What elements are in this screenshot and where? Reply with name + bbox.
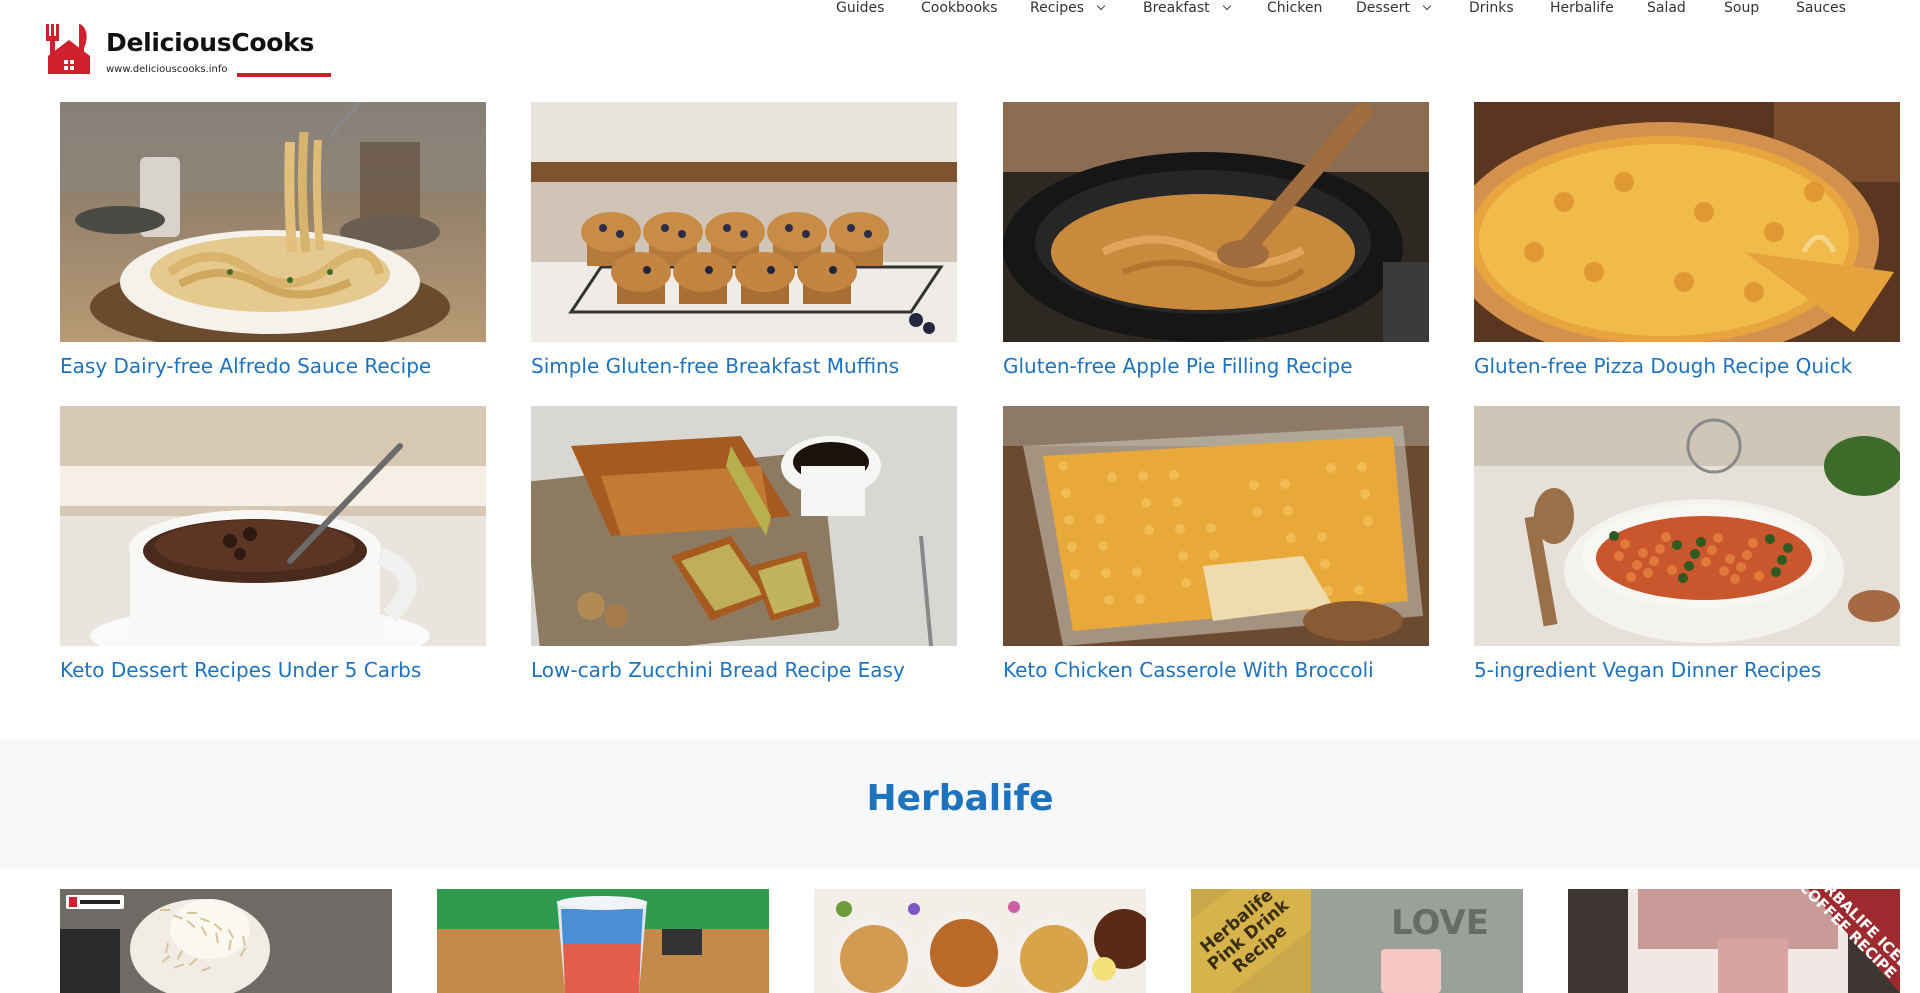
site-header: DeliciousCooks www.deliciouscooks.info G… [0,0,1920,100]
chevron-down-icon [1222,1,1231,11]
shirt-text: LOVE [1391,903,1489,943]
recipe-title-link[interactable]: Gluten-free Pizza Dough Recipe Quick [1474,354,1852,378]
recipe-image-cheesy-casserole[interactable] [1003,406,1429,646]
herbalife-thumb-pink-drink[interactable]: LOVE Herbalife Pink Drink Recipe [1191,889,1523,993]
herbalife-thumb-herbal-teas[interactable] [814,889,1146,993]
recipe-image-apple-pie-filling-pot[interactable] [1003,102,1429,342]
recipe-image-chocolate-mug-cake[interactable] [60,406,486,646]
nav-item-label: Herbalife [1550,0,1614,16]
recipe-card[interactable]: Simple Gluten-free Breakfast Muffins [531,102,957,378]
recipe-title-link[interactable]: Easy Dairy-free Alfredo Sauce Recipe [60,354,431,378]
recipe-card[interactable]: Easy Dairy-free Alfredo Sauce Recipe [60,102,486,378]
nav-item-soup[interactable]: Soup [1724,0,1759,16]
recipe-title-link[interactable]: Low-carb Zucchini Bread Recipe Easy [531,658,905,682]
recipe-title-link[interactable]: Simple Gluten-free Breakfast Muffins [531,354,899,378]
herbalife-thumb-layered-tea-cup[interactable] [437,889,769,993]
chevron-down-icon [1096,1,1106,11]
recipe-title-link[interactable]: 5-ingredient Vegan Dinner Recipes [1474,658,1821,682]
recipe-image-vegan-pasta-pot[interactable] [1474,406,1900,646]
nav-item-herbalife[interactable]: Herbalife [1550,0,1614,16]
logo-url: www.deliciouscooks.info [106,64,228,75]
recipe-card[interactable]: Gluten-free Pizza Dough Recipe Quick [1474,102,1900,378]
section-title: Herbalife [866,778,1054,819]
nav-item-sauces[interactable]: Sauces [1796,0,1846,16]
recipe-image-cheese-pizza[interactable] [1474,102,1900,342]
nav-item-label: Chicken [1267,0,1323,16]
recipe-title-link[interactable]: Keto Dessert Recipes Under 5 Carbs [60,658,421,682]
logo-name: DeliciousCooks [106,28,315,57]
site-logo[interactable]: DeliciousCooks www.deliciouscooks.info [44,22,331,78]
recipe-image-alfredo-pasta[interactable] [60,102,486,342]
recipe-card[interactable]: Low-carb Zucchini Bread Recipe Easy [531,406,957,682]
nav-item-salad[interactable]: Salad [1647,0,1686,16]
section-band: Herbalife [0,740,1920,868]
recipe-card[interactable]: Keto Chicken Casserole With Broccoli [1003,406,1429,682]
recipe-card[interactable]: Gluten-free Apple Pie Filling Recipe [1003,102,1429,378]
nav-item-drinks[interactable]: Drinks [1469,0,1514,16]
chevron-down-icon [1422,1,1432,11]
nav-item-label: Soup [1724,0,1760,16]
nav-item-recipes[interactable]: Recipes [1030,0,1106,16]
logo-underline [237,73,331,77]
nav-item-label: Sauces [1796,0,1846,16]
herbalife-thumb-coconut-shake[interactable] [60,889,392,993]
recipe-title-link[interactable]: Gluten-free Apple Pie Filling Recipe [1003,354,1353,378]
recipe-card[interactable]: Keto Dessert Recipes Under 5 Carbs [60,406,486,682]
nav-item-label: Drinks [1469,0,1514,16]
recipe-title-link[interactable]: Keto Chicken Casserole With Broccoli [1003,658,1374,682]
recipe-image-blueberry-muffins[interactable] [531,102,957,342]
herbalife-thumb-iced-coffee[interactable]: HERBALIFE ICED COFFEE RECIPE [1568,889,1900,993]
nav-item-label: Recipes [1030,0,1085,16]
nav-item-label: Guides [836,0,885,16]
logo-icon [46,24,90,74]
nav-item-label: Salad [1647,0,1686,16]
nav-item-chicken[interactable]: Chicken [1267,0,1322,16]
nav-item-cookbooks[interactable]: Cookbooks [921,0,997,16]
recipe-card[interactable]: 5-ingredient Vegan Dinner Recipes [1474,406,1900,682]
recipe-image-zucchini-bread[interactable] [531,406,957,646]
nav-item-guides[interactable]: Guides [836,0,884,16]
nav-item-label: Cookbooks [921,0,998,16]
nav-item-label: Breakfast [1143,0,1210,16]
nav-item-breakfast[interactable]: Breakfast [1143,0,1231,16]
nav-item-dessert[interactable]: Dessert [1356,0,1432,16]
nav-item-label: Dessert [1356,0,1410,16]
